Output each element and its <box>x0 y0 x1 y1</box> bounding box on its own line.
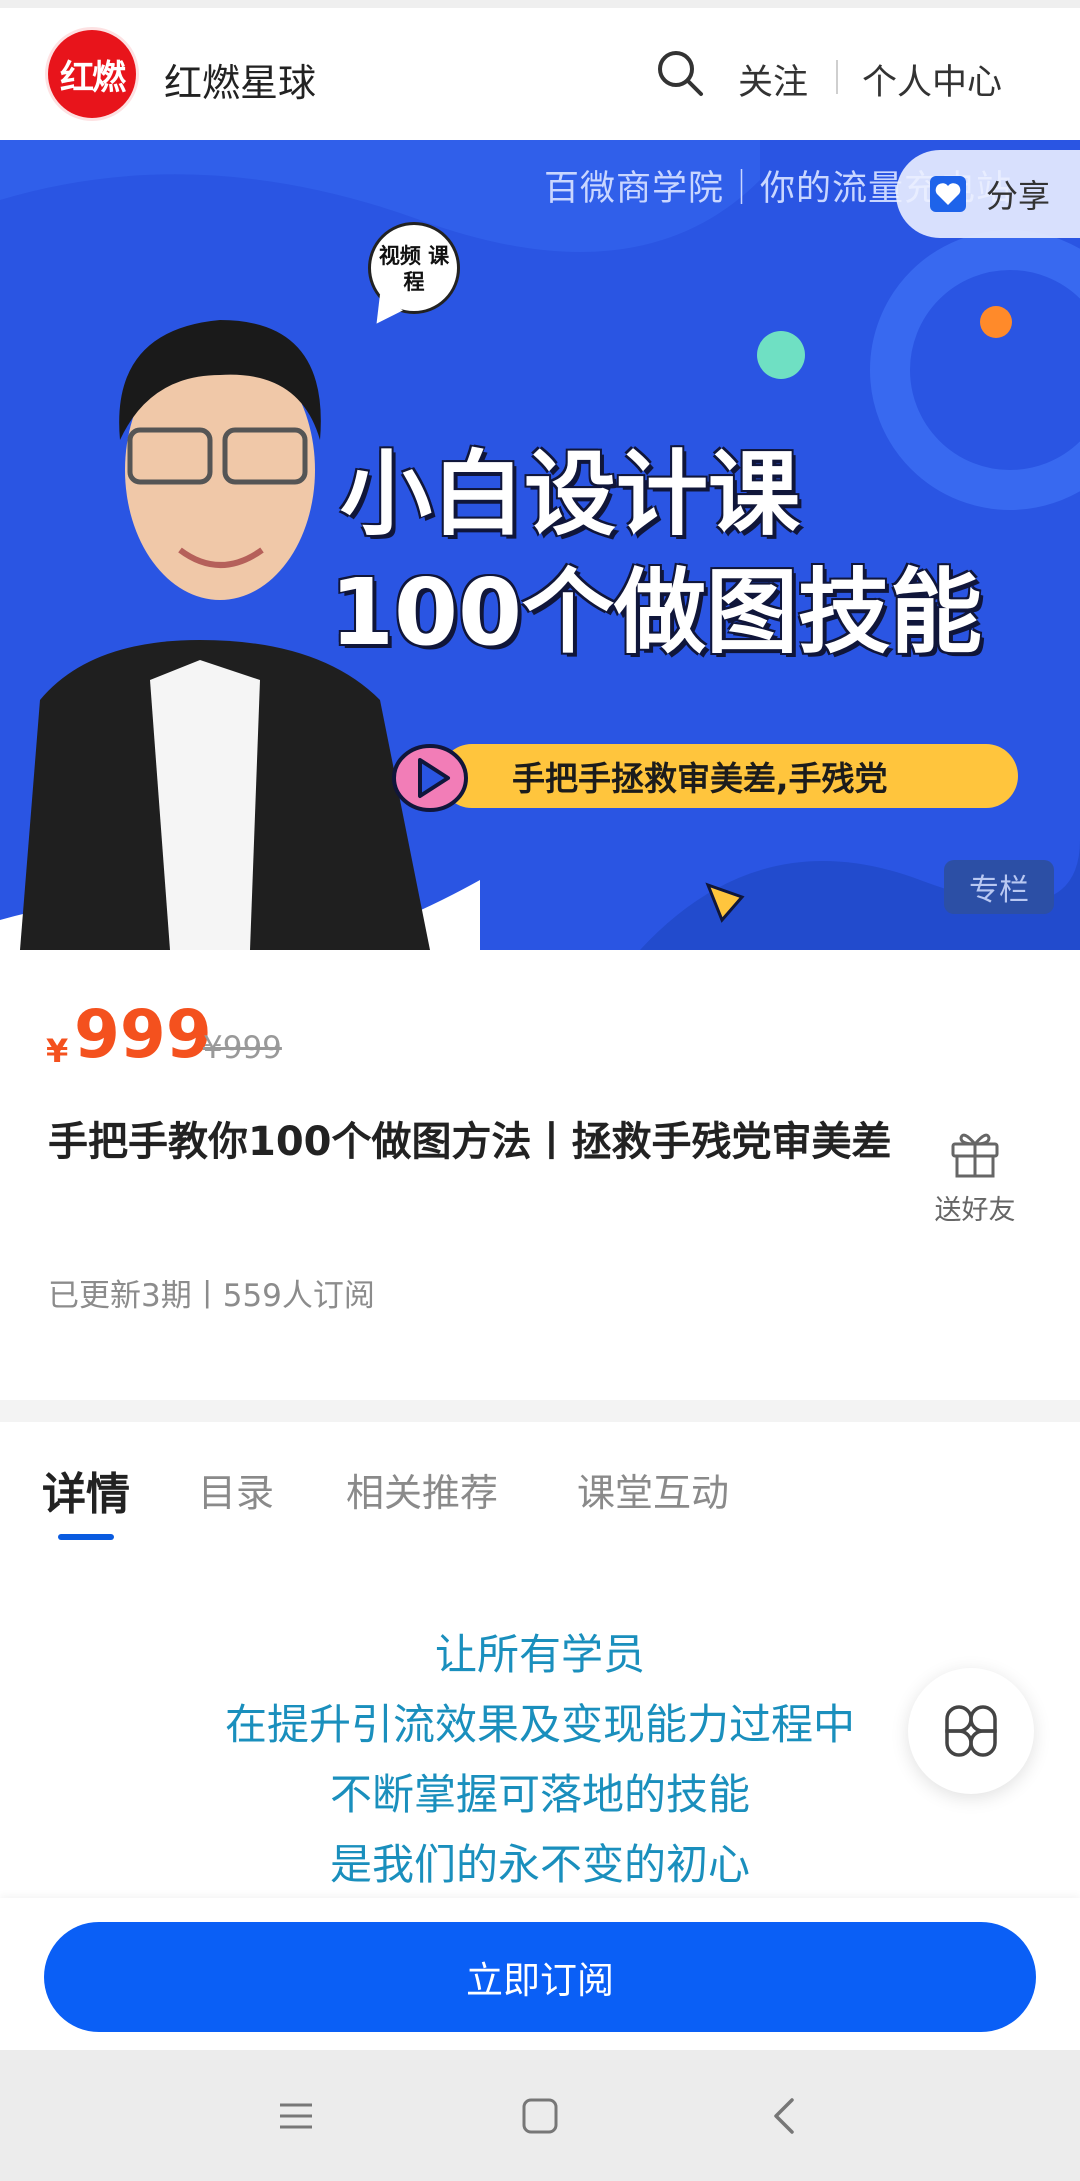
app-name: 红燃星球 <box>164 61 317 105</box>
bottom-action-bar: 立即订阅 <box>0 1898 1080 2050</box>
tab-recommendations[interactable]: 相关推荐 <box>346 1462 498 1517</box>
status-strip <box>0 0 1080 8</box>
banner-title-line2: 100个做图技能 <box>330 559 983 666</box>
heart-share-icon <box>930 176 966 212</box>
app-header: 红燃 红燃星球 关注 个人中心 <box>0 8 1080 140</box>
detail-tabs: 详情 目录 相关推荐 课堂互动 <box>0 1422 1080 1552</box>
product-title: 手把手教你100个做图方法丨拯救手残党审美差 <box>48 1119 892 1165</box>
update-subscribe-meta: 已更新3期丨559人订阅 <box>48 1278 375 1314</box>
detail-line: 是我们的永不变的初心 <box>329 1840 750 1889</box>
home-icon[interactable] <box>516 2092 564 2140</box>
gift-icon <box>951 1133 999 1178</box>
header-divider <box>836 60 838 94</box>
follow-link[interactable]: 关注 <box>738 54 808 105</box>
app-logo[interactable]: 红燃 <box>48 30 136 118</box>
back-icon[interactable] <box>762 2092 810 2140</box>
menu-icon[interactable] <box>272 2092 320 2140</box>
subscribe-button[interactable]: 立即订阅 <box>44 1922 1036 2032</box>
banner-pill: 手把手拯救审美差,手残党 <box>440 744 1018 808</box>
tab-interaction[interactable]: 课堂互动 <box>577 1462 729 1517</box>
section-separator <box>0 1400 1080 1422</box>
tab-details[interactable]: 详情 <box>42 1458 130 1522</box>
detail-line: 不断掌握可落地的技能 <box>329 1770 750 1819</box>
search-icon[interactable] <box>655 48 705 98</box>
gift-label: 送好友 <box>934 1195 1016 1226</box>
banner-title-line1: 小白设计课 <box>340 441 801 548</box>
column-tag: 专栏 <box>944 860 1054 914</box>
system-nav-bar <box>0 2050 1080 2181</box>
current-price: 999 <box>74 996 212 1073</box>
price-currency: ¥ <box>46 1032 69 1070</box>
course-banner[interactable]: 百微商学院｜你的流量充电站 分享 视频 课程 小白设计课 100个做图技能 手把… <box>0 140 1080 950</box>
original-price: ¥999 <box>203 1030 282 1066</box>
grid-menu-icon <box>945 1705 997 1757</box>
share-label: 分享 <box>986 177 1051 215</box>
profile-link[interactable]: 个人中心 <box>862 54 1002 105</box>
detail-line: 让所有学员 <box>434 1630 645 1679</box>
floating-menu-button[interactable] <box>908 1668 1034 1794</box>
tab-catalog[interactable]: 目录 <box>198 1462 274 1517</box>
gift-to-friend-button[interactable]: 送好友 <box>930 1124 1020 1227</box>
active-tab-indicator <box>58 1534 114 1540</box>
share-button[interactable]: 分享 <box>896 150 1080 238</box>
play-icon <box>392 744 468 812</box>
